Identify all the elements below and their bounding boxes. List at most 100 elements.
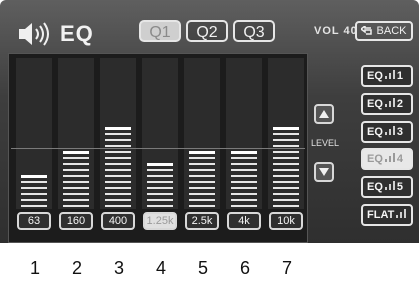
preset-number: 4	[396, 153, 404, 165]
mini-bars-icon	[384, 153, 395, 162]
band-number-marker: 6	[239, 258, 250, 278]
eq-level-segment	[273, 169, 299, 171]
speaker-icon	[19, 22, 49, 46]
eq-level-segment	[63, 169, 89, 171]
eq-level-segment	[189, 205, 215, 207]
eq-band-column[interactable]	[58, 58, 94, 209]
eq-level-segment	[231, 157, 257, 159]
preset-label: FLAT	[367, 209, 395, 221]
eq-level-segment	[273, 127, 299, 130]
eq-level-segment	[273, 175, 299, 177]
preset-q3-button[interactable]: Q3	[233, 20, 275, 42]
eq-level-segment	[63, 151, 89, 154]
eq-level-segment	[147, 193, 173, 195]
eq-level-segment	[189, 169, 215, 171]
eq-level-segment	[189, 199, 215, 201]
eq-level-segment	[105, 133, 131, 135]
preset-q2-button[interactable]: Q2	[186, 20, 228, 42]
preset-number: 3	[396, 126, 404, 138]
eq-band-column[interactable]	[142, 58, 178, 209]
eq-level-segment	[63, 187, 89, 189]
eq-band-column[interactable]	[184, 58, 220, 209]
preset-number: 2	[396, 98, 404, 110]
preset-label: EQ	[367, 98, 383, 110]
eq-level-segment	[63, 163, 89, 165]
eq-level-segment	[189, 163, 215, 165]
eq-level-segment	[147, 205, 173, 207]
eq-level-segment	[105, 163, 131, 165]
band-number-marker: 7	[281, 258, 292, 278]
eq-level-segment	[105, 187, 131, 189]
band-frequency-button[interactable]: 1.25k	[143, 212, 177, 230]
eq-level-segment	[189, 175, 215, 177]
eq-level-segment	[63, 181, 89, 183]
band-number-marker: 3	[113, 258, 124, 278]
band-frequency-button[interactable]: 4k	[227, 212, 261, 230]
eq-level-segment	[231, 199, 257, 201]
level-down-button[interactable]	[314, 162, 334, 182]
preset-label: EQ	[367, 70, 383, 82]
eq-level-segment	[273, 151, 299, 153]
eq-level-segment	[63, 157, 89, 159]
eq-level-segment	[189, 157, 215, 159]
preset-number: 5	[396, 181, 404, 193]
eq-level-segment	[273, 163, 299, 165]
preset-label: EQ	[367, 126, 383, 138]
preset-label: EQ	[367, 153, 383, 165]
eq-level-segment	[21, 199, 47, 201]
eq-level-segment	[105, 145, 131, 147]
level-up-button[interactable]	[314, 104, 334, 124]
eq-level-segment	[105, 181, 131, 183]
mini-bars-icon	[384, 181, 395, 190]
preset-q1-button[interactable]: Q1	[139, 20, 181, 42]
eq-level-segment	[273, 139, 299, 141]
eq-level-segment	[231, 169, 257, 171]
band-frequency-button[interactable]: 10k	[269, 212, 303, 230]
preset-eq1-button[interactable]: EQ 1	[361, 65, 413, 87]
eq-level-segment	[273, 187, 299, 189]
eq-level-segment	[63, 193, 89, 195]
preset-eq3-button[interactable]: EQ 3	[361, 121, 413, 143]
preset-flat-button[interactable]: FLAT	[361, 204, 413, 226]
volume-readout: VOL 40	[314, 25, 358, 37]
eq-band-column[interactable]	[226, 58, 262, 209]
eq-level-segment	[105, 175, 131, 177]
zero-level-line	[11, 148, 305, 149]
preset-eq5-button[interactable]: EQ 5	[361, 176, 413, 198]
eq-level-segment	[21, 205, 47, 207]
eq-level-segment	[21, 181, 47, 183]
preset-label: EQ	[367, 181, 383, 193]
mini-bars-icon	[384, 126, 395, 135]
eq-level-segment	[231, 175, 257, 177]
mini-bars-icon	[384, 70, 395, 79]
band-frequency-button[interactable]: 160	[59, 212, 93, 230]
eq-band-column[interactable]	[268, 58, 304, 209]
eq-level-segment	[105, 157, 131, 159]
eq-level-segment	[231, 151, 257, 154]
triangle-down-icon	[319, 168, 329, 176]
eq-level-segment	[273, 133, 299, 135]
eq-level-segment	[105, 169, 131, 171]
level-label: LEVEL	[311, 138, 340, 148]
eq-level-segment	[63, 205, 89, 207]
band-number-marker: 2	[71, 258, 82, 278]
eq-band-column[interactable]	[16, 58, 52, 209]
eq-level-segment	[231, 193, 257, 195]
band-frequency-button[interactable]: 400	[101, 212, 135, 230]
band-number-marker: 1	[29, 258, 40, 278]
equalizer-panel: 63 160 400 1.25k 2.5k 4k 10k	[8, 53, 308, 243]
preset-eq4-button[interactable]: EQ 4	[361, 148, 413, 170]
eq-level-segment	[63, 175, 89, 177]
eq-level-segment	[189, 181, 215, 183]
preset-eq2-button[interactable]: EQ 2	[361, 93, 413, 115]
eq-band-column[interactable]	[100, 58, 136, 209]
back-button[interactable]: BACK	[355, 21, 413, 41]
eq-level-segment	[147, 187, 173, 189]
eq-level-segment	[273, 145, 299, 147]
eq-level-segment	[273, 181, 299, 183]
band-frequency-button[interactable]: 2.5k	[185, 212, 219, 230]
eq-level-segment	[231, 187, 257, 189]
band-frequency-button[interactable]: 63	[17, 212, 51, 230]
eq-level-segment	[231, 163, 257, 165]
eq-level-segment	[105, 193, 131, 195]
